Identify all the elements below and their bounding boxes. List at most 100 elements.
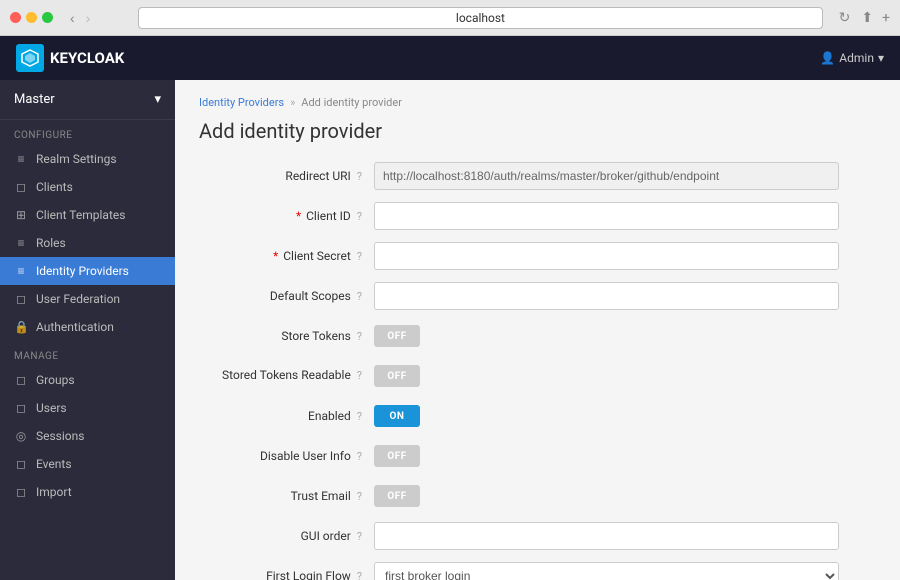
admin-chevron: ▾ bbox=[878, 51, 884, 65]
sidebar-item-label: Groups bbox=[36, 373, 75, 387]
manage-section-label: Manage bbox=[0, 341, 175, 366]
admin-menu[interactable]: 👤 Admin ▾ bbox=[820, 51, 884, 65]
realm-selector[interactable]: Master ▾ bbox=[0, 80, 175, 120]
gui-order-label: GUI order ? bbox=[199, 528, 374, 545]
store-tokens-help-icon[interactable]: ? bbox=[357, 330, 362, 343]
first-login-flow-help-icon[interactable]: ? bbox=[357, 570, 362, 580]
sidebar-item-identity-providers[interactable]: ≡ Identity Providers bbox=[0, 257, 175, 285]
client-secret-input[interactable] bbox=[374, 242, 839, 270]
sidebar-item-label: Sessions bbox=[36, 429, 84, 443]
close-button[interactable] bbox=[10, 12, 21, 23]
sidebar-item-events[interactable]: ◻ Events bbox=[0, 450, 175, 478]
redirect-uri-help-icon[interactable]: ? bbox=[357, 170, 362, 183]
nav-buttons: ‹ › bbox=[66, 8, 94, 28]
client-id-input[interactable] bbox=[374, 202, 839, 230]
redirect-uri-label: Redirect URI ? bbox=[199, 168, 374, 185]
configure-section-label: Configure bbox=[0, 120, 175, 145]
sidebar-item-users[interactable]: ◻ Users bbox=[0, 394, 175, 422]
breadcrumb-separator: » bbox=[290, 96, 295, 109]
maximize-button[interactable] bbox=[42, 12, 53, 23]
add-tab-icon[interactable]: + bbox=[882, 10, 890, 26]
stored-tokens-readable-row: Stored Tokens Readable ? OFF bbox=[199, 361, 839, 391]
default-scopes-input[interactable] bbox=[374, 282, 839, 310]
main-layout: Master ▾ Configure ≡ Realm Settings ◻ Cl… bbox=[0, 80, 900, 580]
roles-icon: ≡ bbox=[14, 236, 28, 250]
first-login-flow-label: First Login Flow ? bbox=[199, 568, 374, 580]
groups-icon: ◻ bbox=[14, 373, 28, 387]
share-icon[interactable]: ⬆ bbox=[861, 10, 873, 26]
sessions-icon: ◎ bbox=[14, 429, 28, 443]
enabled-help-icon[interactable]: ? bbox=[357, 410, 362, 423]
reload-icon[interactable]: ↻ bbox=[839, 10, 851, 26]
sidebar-item-authentication[interactable]: 🔒 Authentication bbox=[0, 313, 175, 341]
traffic-lights bbox=[10, 12, 53, 23]
trust-email-toggle-container: OFF bbox=[374, 485, 420, 507]
clients-icon: ◻ bbox=[14, 180, 28, 194]
address-bar[interactable]: localhost bbox=[138, 7, 822, 29]
address-text: localhost bbox=[456, 11, 505, 25]
client-secret-help-icon[interactable]: ? bbox=[357, 250, 362, 263]
sidebar-item-user-federation[interactable]: ◻ User Federation bbox=[0, 285, 175, 313]
logo-text: KEYCLOAK bbox=[50, 49, 124, 67]
back-button[interactable]: ‹ bbox=[66, 8, 79, 28]
client-id-help-icon[interactable]: ? bbox=[357, 210, 362, 223]
trust-email-row: Trust Email ? OFF bbox=[199, 481, 839, 511]
redirect-uri-row: Redirect URI ? bbox=[199, 161, 839, 191]
import-icon: ◻ bbox=[14, 485, 28, 499]
sidebar-item-label: Client Templates bbox=[36, 208, 125, 222]
first-login-flow-select[interactable]: first broker login browser direct grant … bbox=[374, 562, 839, 580]
store-tokens-toggle[interactable]: OFF bbox=[374, 325, 420, 347]
trust-email-label: Trust Email ? bbox=[199, 488, 374, 505]
trust-email-toggle-slider: OFF bbox=[374, 485, 420, 507]
breadcrumb-link[interactable]: Identity Providers bbox=[199, 96, 284, 109]
disable-user-info-help-icon[interactable]: ? bbox=[357, 450, 362, 463]
stored-tokens-readable-toggle-container: OFF bbox=[374, 365, 420, 387]
events-icon: ◻ bbox=[14, 457, 28, 471]
stored-tokens-readable-help-icon[interactable]: ? bbox=[357, 369, 362, 382]
store-tokens-toggle-container: OFF bbox=[374, 325, 420, 347]
client-templates-icon: ⊞ bbox=[14, 208, 28, 222]
realm-settings-icon: ≡ bbox=[14, 152, 28, 166]
disable-user-info-toggle[interactable]: OFF bbox=[374, 445, 420, 467]
forward-button[interactable]: › bbox=[82, 8, 95, 28]
identity-providers-icon: ≡ bbox=[14, 264, 28, 278]
client-secret-row: * Client Secret ? bbox=[199, 241, 839, 271]
sidebar-item-label: Users bbox=[36, 401, 67, 415]
sidebar-item-import[interactable]: ◻ Import bbox=[0, 478, 175, 506]
sidebar-item-label: Import bbox=[36, 485, 72, 499]
store-tokens-label: Store Tokens ? bbox=[199, 328, 374, 345]
browser-chrome: ‹ › localhost ↻ ⬆ + bbox=[0, 0, 900, 36]
disable-user-info-toggle-slider: OFF bbox=[374, 445, 420, 467]
app: KEYCLOAK 👤 Admin ▾ Master ▾ Configure ≡ … bbox=[0, 36, 900, 580]
enabled-label: Enabled ? bbox=[199, 408, 374, 425]
sidebar-item-label: Events bbox=[36, 457, 72, 471]
browser-actions: ↻ ⬆ + bbox=[839, 10, 890, 26]
sidebar-item-client-templates[interactable]: ⊞ Client Templates bbox=[0, 201, 175, 229]
minimize-button[interactable] bbox=[26, 12, 37, 23]
realm-chevron: ▾ bbox=[154, 92, 161, 107]
enabled-toggle-slider: ON bbox=[374, 405, 420, 427]
sidebar-item-roles[interactable]: ≡ Roles bbox=[0, 229, 175, 257]
sidebar-item-sessions[interactable]: ◎ Sessions bbox=[0, 422, 175, 450]
sidebar-item-realm-settings[interactable]: ≡ Realm Settings bbox=[0, 145, 175, 173]
trust-email-toggle[interactable]: OFF bbox=[374, 485, 420, 507]
default-scopes-row: Default Scopes ? bbox=[199, 281, 839, 311]
enabled-toggle[interactable]: ON bbox=[374, 405, 420, 427]
sidebar-item-groups[interactable]: ◻ Groups bbox=[0, 366, 175, 394]
default-scopes-help-icon[interactable]: ? bbox=[357, 290, 362, 303]
store-tokens-row: Store Tokens ? OFF bbox=[199, 321, 839, 351]
stored-tokens-readable-toggle[interactable]: OFF bbox=[374, 365, 420, 387]
form: Redirect URI ? * Client ID ? bbox=[199, 161, 839, 580]
stored-tokens-readable-label: Stored Tokens Readable ? bbox=[199, 368, 374, 384]
sidebar-item-label: Authentication bbox=[36, 320, 114, 334]
gui-order-row: GUI order ? bbox=[199, 521, 839, 551]
top-nav: KEYCLOAK 👤 Admin ▾ bbox=[0, 36, 900, 80]
trust-email-help-icon[interactable]: ? bbox=[357, 490, 362, 503]
gui-order-help-icon[interactable]: ? bbox=[357, 530, 362, 543]
logo-icon bbox=[16, 44, 44, 72]
disable-user-info-toggle-container: OFF bbox=[374, 445, 420, 467]
sidebar-item-label: Clients bbox=[36, 180, 73, 194]
gui-order-input[interactable] bbox=[374, 522, 839, 550]
enabled-row: Enabled ? ON bbox=[199, 401, 839, 431]
sidebar-item-clients[interactable]: ◻ Clients bbox=[0, 173, 175, 201]
